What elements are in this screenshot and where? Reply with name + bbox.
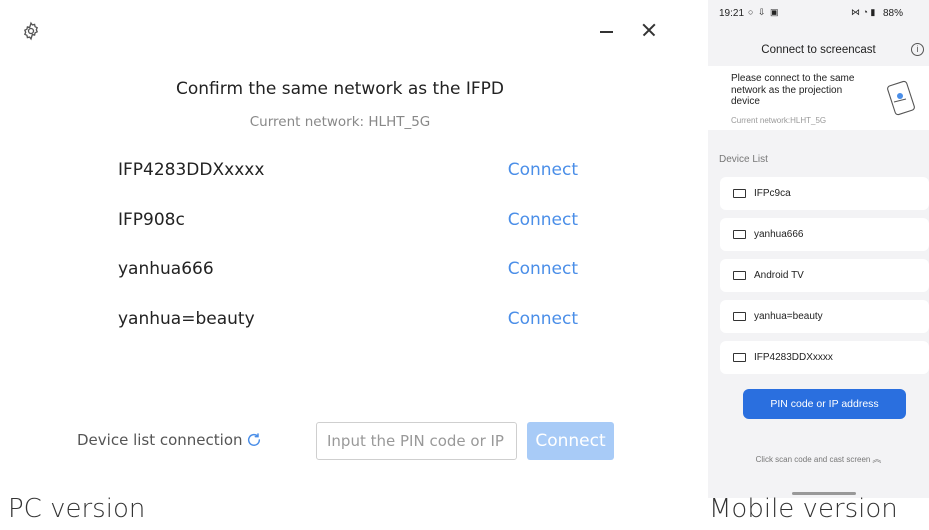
chevron-up-icon: ︽ (872, 454, 882, 464)
mobile-device-name: yanhua=beauty (754, 311, 823, 322)
pin-code-button[interactable]: PIN code or IP address (743, 389, 906, 419)
close-icon[interactable] (640, 21, 658, 39)
screen-icon (733, 230, 746, 239)
mobile-device-name: IFPc9ca (754, 188, 791, 199)
current-network-label: Current network: HLHT_5G (249, 114, 431, 130)
device-row: IFP4283DDXxxxx Connect (118, 160, 578, 184)
device-name: yanhua=beauty (118, 309, 255, 329)
banner-network: Current network:HLHT_5G (731, 116, 827, 125)
notification-icons: ○ ⇩ ▣ (748, 7, 780, 17)
mobile-device-item[interactable]: IFP4283DDXxxxx (720, 341, 929, 374)
mobile-device-item[interactable]: Android TV (720, 259, 929, 292)
device-name: IFP908c (118, 210, 185, 230)
screen-icon (733, 353, 746, 362)
pc-window: Confirm the same network as the IFPD Cur… (0, 0, 690, 500)
device-connect-link[interactable]: Connect (508, 160, 578, 180)
device-connect-link[interactable]: Connect (508, 309, 578, 329)
device-name: IFP4283DDXxxxx (118, 160, 265, 180)
device-row: yanhua666 Connect (118, 259, 578, 283)
device-name: yanhua666 (118, 259, 214, 279)
banner-text: Please connect to the same network as th… (731, 73, 855, 107)
battery-level: 88% (883, 8, 904, 19)
projection-illustration-icon (883, 80, 919, 116)
page-title: Confirm the same network as the IFPD (176, 79, 504, 99)
pin-input[interactable] (316, 422, 517, 460)
device-list-connection-label: Device list connection (77, 431, 243, 449)
device-row: IFP908c Connect (118, 210, 578, 234)
status-bar: 19:21 ○ ⇩ ▣ ⋈ ◔ ▮ 88% (708, 0, 929, 26)
device-row: yanhua=beauty Connect (118, 309, 578, 333)
network-banner: Please connect to the same network as th… (708, 66, 929, 130)
gear-icon[interactable] (21, 21, 41, 41)
device-list-label: Device List (719, 154, 768, 165)
mobile-screen: 19:21 ○ ⇩ ▣ ⋈ ◔ ▮ 88% Connect to screenc… (708, 0, 929, 498)
status-time: 19:21 (719, 8, 745, 19)
mobile-device-item[interactable]: IFPc9ca (720, 177, 929, 210)
mobile-device-name: yanhua666 (754, 229, 804, 240)
mobile-device-name: Android TV (754, 270, 804, 281)
mobile-caption: Mobile version (709, 494, 898, 524)
refresh-icon[interactable] (246, 432, 262, 448)
scan-code-text: Click scan code and cast screen (755, 455, 871, 464)
screen-icon (733, 271, 746, 280)
device-connect-link[interactable]: Connect (508, 210, 578, 230)
screen-icon (733, 312, 746, 321)
scan-code-link[interactable]: Click scan code and cast screen ︽ (708, 452, 929, 465)
connect-button[interactable]: Connect (527, 422, 614, 460)
signal-icons: ⋈ ◔ ▮ (851, 7, 876, 17)
info-icon[interactable]: i (911, 43, 924, 56)
mobile-device-item[interactable]: yanhua=beauty (720, 300, 929, 333)
pc-caption: PC version (8, 494, 146, 524)
screen-icon (733, 189, 746, 198)
mobile-device-name: IFP4283DDXxxxx (754, 352, 833, 363)
minimize-icon[interactable] (598, 22, 616, 40)
device-connect-link[interactable]: Connect (508, 259, 578, 279)
mobile-device-item[interactable]: yanhua666 (720, 218, 929, 251)
mobile-header-title: Connect to screencast (761, 44, 876, 56)
